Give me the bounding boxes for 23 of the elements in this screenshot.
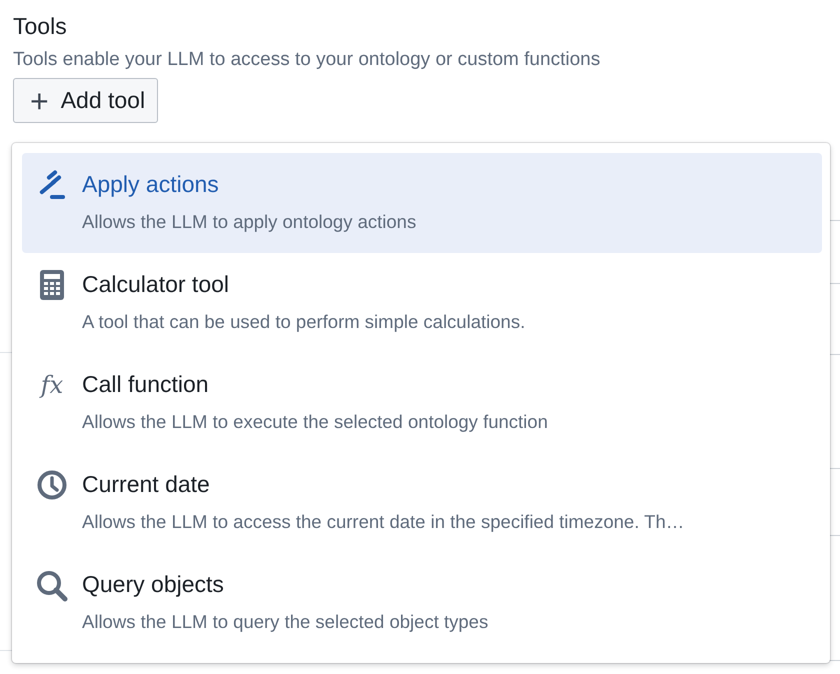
menu-item[interactable]: Apply actions Allows the LLM to apply ontology actions: [22, 153, 822, 253]
section-title: Tools: [13, 12, 68, 41]
item-title: Current date: [82, 470, 211, 499]
menu-item[interactable]: Calculator tool A tool that can be used to perform simple calculations.: [22, 253, 822, 353]
clock-icon: [37, 470, 67, 500]
menu-item[interactable]: fx Call function Allows the LLM to execute the selected ontology function: [22, 353, 822, 453]
plus-icon: +: [30, 84, 49, 116]
item-description: Allows the LLM to execute the selected ontology function: [82, 410, 548, 434]
item-description: Allows the LLM to access the current date in the specified timezone. Th…: [82, 510, 684, 534]
menu-item[interactable]: Query objects Allows the LLM to query the selected object types: [22, 553, 822, 653]
item-title: Apply actions: [82, 170, 220, 199]
item-description: A tool that can be used to perform simple calculations.: [82, 310, 526, 334]
calculator-icon: [40, 270, 64, 300]
item-description: Allows the LLM to apply ontology actions: [82, 210, 416, 234]
search-icon: [36, 570, 68, 602]
item-title: Call function: [82, 370, 210, 399]
menu-item[interactable]: Current date Allows the LLM to access the current date in the specified timezone. Th…: [22, 453, 822, 553]
add-tool-button[interactable]: + Add tool: [13, 78, 158, 123]
function-icon: fx: [40, 370, 64, 400]
section-description: Tools enable your LLM to access to your ontology or custom functions: [13, 48, 602, 72]
item-title: Query objects: [82, 570, 225, 599]
item-description: Allows the LLM to query the selected object types: [82, 610, 488, 634]
item-title: Calculator tool: [82, 270, 230, 299]
